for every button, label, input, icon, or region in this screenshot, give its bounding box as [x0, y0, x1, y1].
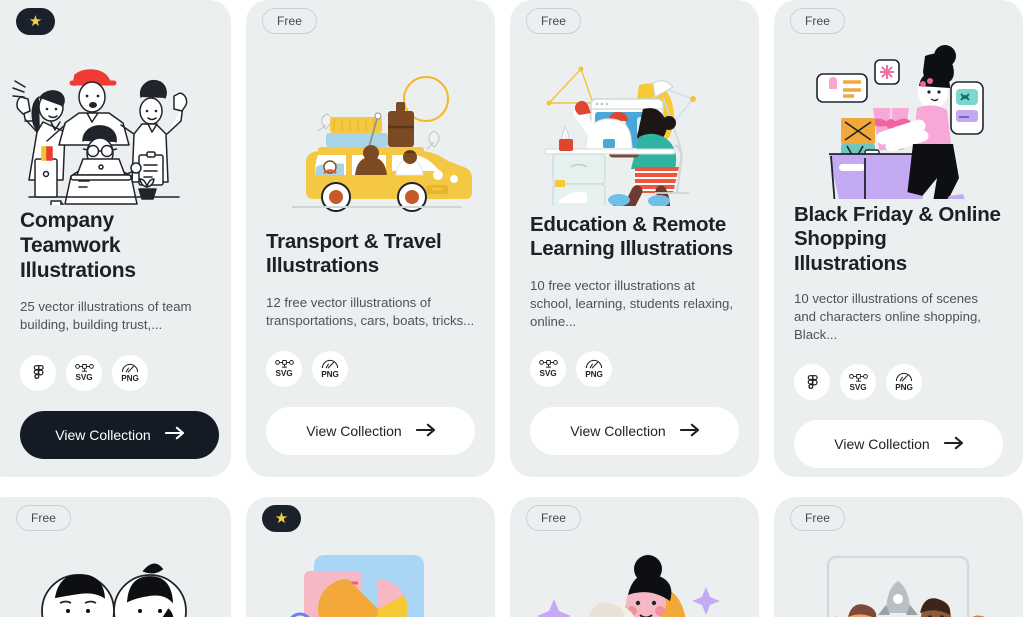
format-chip-png-label: PNG: [895, 383, 913, 393]
format-chip-png[interactable]: PNG: [576, 351, 612, 387]
shopping-cart-illustration: [774, 34, 1023, 199]
card-body: Company Teamwork Illustrations 25 vector…: [0, 205, 231, 391]
card-body: Transport & Travel Illustrations 12 free…: [246, 226, 495, 387]
free-badge: Free: [526, 505, 582, 531]
free-badge: Free: [790, 505, 846, 531]
arrow-right-icon: [679, 423, 699, 440]
pro-badge: ★: [262, 505, 301, 532]
format-list: SVG PNG: [794, 364, 1003, 401]
view-collection-label: View Collection: [306, 423, 402, 439]
people-selfie-illustration: [510, 539, 759, 617]
format-chip-svg-label: SVG: [539, 369, 557, 379]
card-badge-row: ★: [246, 497, 495, 539]
card-title: Company Teamwork Illustrations: [20, 209, 136, 282]
cta-wrapper: View Collection: [246, 387, 495, 477]
format-chip-png[interactable]: PNG: [112, 354, 148, 391]
collection-card-transport-travel[interactable]: Free Transport & Travel Illustrations 12…: [246, 0, 495, 477]
card-badge-row: Free: [510, 497, 759, 539]
format-chip-png-label: PNG: [321, 369, 339, 379]
remote-learning-illustration: [510, 38, 759, 208]
card-badge-row: Free: [246, 0, 495, 41]
view-collection-label: View Collection: [570, 423, 666, 439]
arrow-right-icon: [164, 426, 184, 443]
format-chip-svg[interactable]: SVG: [530, 351, 566, 387]
collection-card-company-teamwork[interactable]: ★ Company Teamwork Illustrations 25 vect…: [0, 0, 231, 477]
card-badge-row: Free: [510, 0, 759, 38]
format-list: SVG PNG: [20, 354, 219, 391]
view-collection-button[interactable]: View Collection: [530, 407, 739, 455]
format-chip-svg[interactable]: SVG: [66, 354, 102, 391]
card-title: Transport & Travel Illustrations: [266, 230, 442, 278]
format-list: SVG PNG: [530, 351, 739, 387]
card-title: Education & Remote Learning Illustration…: [530, 212, 733, 261]
format-chip-svg-label: SVG: [75, 373, 93, 383]
format-chip-png[interactable]: PNG: [886, 364, 922, 401]
collection-card-analytics[interactable]: ★: [246, 497, 495, 617]
card-description: 10 vector illustrations of scenes and ch…: [794, 291, 981, 343]
cta-wrapper: View Collection: [510, 387, 759, 477]
pro-badge: ★: [16, 8, 55, 35]
format-chip-figma[interactable]: [20, 354, 56, 391]
collection-card-black-friday-online-shopping[interactable]: Free Black Friday & Online Shopping Illu…: [774, 0, 1023, 477]
card-body: Education & Remote Learning Illustration…: [510, 209, 759, 387]
view-collection-button[interactable]: View Collection: [20, 410, 219, 459]
cta-wrapper: View Collection: [774, 400, 1023, 477]
star-icon: ★: [28, 13, 43, 30]
free-badge: Free: [790, 8, 846, 34]
card-badge-row: ★: [0, 0, 231, 35]
free-badge: Free: [262, 8, 318, 34]
format-chip-svg-label: SVG: [275, 369, 293, 379]
format-chip-png-label: PNG: [121, 373, 139, 383]
free-badge: Free: [16, 505, 72, 531]
format-chip-png[interactable]: PNG: [312, 351, 348, 387]
collection-card-avatars[interactable]: Free: [0, 497, 231, 617]
view-collection-button[interactable]: View Collection: [266, 407, 475, 455]
format-chip-svg[interactable]: SVG: [840, 364, 876, 401]
card-title: Black Friday & Online Shopping Illustrat…: [794, 203, 1001, 275]
card-badge-row: Free: [0, 497, 231, 539]
cta-wrapper: View Collection: [0, 391, 231, 477]
startup-rocket-illustration: [774, 539, 1023, 617]
format-chip-svg-label: SVG: [849, 382, 867, 392]
collection-card-startup-team[interactable]: Free: [774, 497, 1023, 617]
card-badge-row: Free: [774, 0, 1023, 34]
collection-card-people-scene[interactable]: Free: [510, 497, 759, 617]
card-description: 10 free vector illustrations at school, …: [530, 277, 734, 329]
card-description: 12 free vector illustrations of transpor…: [266, 295, 475, 329]
travel-car-illustration: [246, 41, 495, 226]
avatar-portraits-illustration: [0, 539, 231, 617]
view-collection-label: View Collection: [55, 426, 151, 443]
card-badge-row: Free: [774, 497, 1023, 539]
star-icon: ★: [274, 510, 289, 527]
analytics-dashboard-illustration: [246, 539, 495, 617]
format-chip-png-label: PNG: [585, 369, 603, 379]
view-collection-label: View Collection: [834, 436, 930, 453]
teamwork-illustration: [0, 35, 231, 205]
format-chip-figma[interactable]: [794, 364, 830, 401]
arrow-right-icon: [415, 423, 435, 440]
format-list: SVG PNG: [266, 351, 475, 387]
format-chip-svg[interactable]: SVG: [266, 351, 302, 387]
arrow-right-icon: [943, 436, 963, 453]
card-description: 25 vector illustrations of team building…: [20, 298, 192, 333]
collection-grid: ★ Company Teamwork Illustrations 25 vect…: [0, 0, 1024, 617]
collection-card-education-remote-learning[interactable]: Free Education & Remote Learning Illustr…: [510, 0, 759, 477]
free-badge: Free: [526, 8, 582, 34]
card-body: Black Friday & Online Shopping Illustrat…: [774, 199, 1023, 401]
view-collection-button[interactable]: View Collection: [794, 420, 1003, 469]
